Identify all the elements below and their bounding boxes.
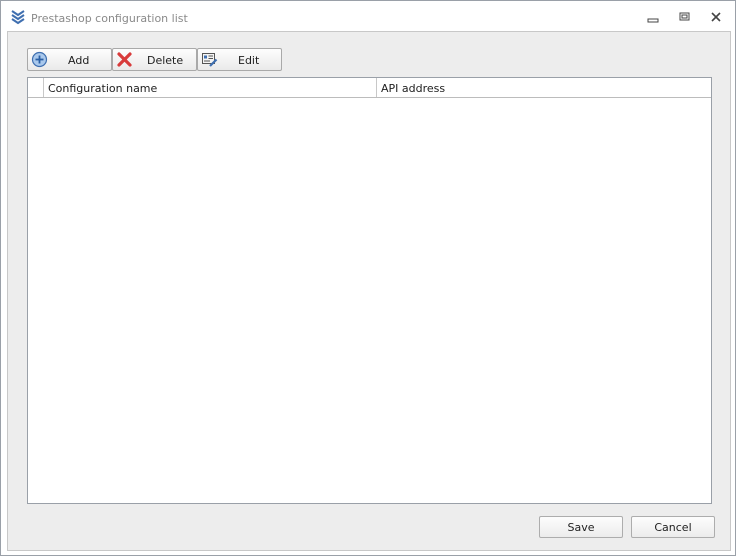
edit-button[interactable]: Edit (197, 48, 282, 71)
configuration-list-window: Prestashop configuration list Add Delete… (0, 0, 736, 556)
column-header-configuration-name[interactable]: Configuration name (44, 78, 377, 97)
grid-body[interactable] (28, 98, 711, 503)
minimize-button[interactable] (643, 8, 663, 26)
restore-button[interactable] (675, 8, 695, 26)
save-button-label: Save (567, 521, 595, 534)
chevrons-down-logo-icon (11, 9, 25, 25)
column-header-label: Configuration name (48, 82, 158, 95)
cancel-button-label: Cancel (654, 521, 692, 534)
edit-button-label: Edit (238, 54, 260, 67)
cancel-button[interactable]: Cancel (631, 516, 715, 538)
configuration-grid[interactable]: Configuration name API address (27, 77, 712, 504)
row-indicator-header[interactable] (28, 78, 44, 97)
add-button-label: Add (68, 54, 90, 67)
plus-circle-icon (31, 51, 48, 68)
edit-document-icon (201, 51, 218, 68)
window-title: Prestashop configuration list (31, 12, 188, 25)
close-icon (711, 12, 721, 22)
delete-button-label: Delete (147, 54, 184, 67)
save-button[interactable]: Save (539, 516, 623, 538)
column-header-label: API address (381, 82, 446, 95)
column-header-api-address[interactable]: API address (377, 78, 711, 97)
delete-button[interactable]: Delete (112, 48, 197, 71)
client-area: Add Delete Edit Configuration name API a… (7, 31, 731, 551)
restore-icon (679, 12, 690, 21)
grid-header: Configuration name API address (28, 78, 711, 98)
title-bar[interactable]: Prestashop configuration list (1, 1, 735, 31)
minimize-icon (647, 18, 659, 23)
add-button[interactable]: Add (27, 48, 112, 71)
close-button[interactable] (706, 8, 726, 26)
red-x-icon (116, 51, 133, 68)
